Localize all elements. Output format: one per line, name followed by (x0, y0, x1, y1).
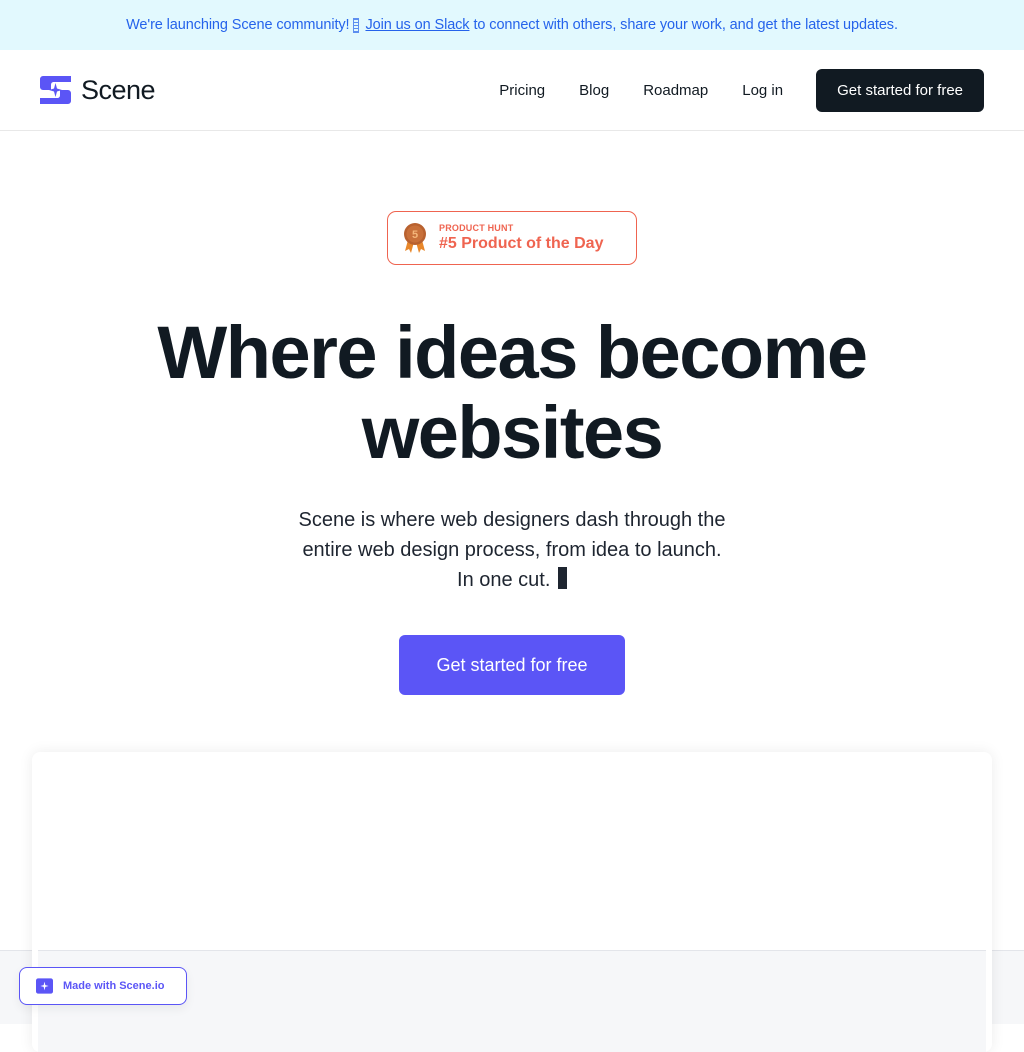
header-get-started-button[interactable]: Get started for free (816, 69, 984, 112)
made-with-scene-badge[interactable]: Made with Scene.io (19, 967, 187, 1005)
headline-line-2: websites (0, 393, 1024, 473)
clapper-icon (558, 567, 567, 589)
party-icon (353, 18, 359, 33)
logo[interactable]: Scene (40, 75, 155, 106)
announcement-bar: We're launching Scene community! Join us… (0, 0, 1024, 50)
badge-kicker: PRODUCT HUNT (439, 223, 603, 233)
announcement-text-after: to connect with others, share your work,… (473, 17, 897, 33)
product-preview-card (32, 752, 992, 1052)
join-slack-link[interactable]: Join us on Slack (365, 17, 469, 33)
medal-number: 5 (412, 229, 418, 241)
page-headline: Where ideas become websites (0, 313, 1024, 473)
medal-icon: 5 (403, 223, 427, 253)
badge-title: #5 Product of the Day (439, 235, 603, 253)
hero-subtitle: Scene is where web designers dash throug… (292, 505, 732, 595)
hero-get-started-button[interactable]: Get started for free (399, 635, 625, 695)
made-with-label: Made with Scene.io (63, 980, 164, 992)
main-nav: Pricing Blog Roadmap Log in Get started … (499, 69, 984, 112)
nav-blog[interactable]: Blog (579, 82, 609, 99)
site-header: Scene Pricing Blog Roadmap Log in Get st… (0, 50, 1024, 131)
headline-line-1: Where ideas become (0, 313, 1024, 393)
announcement-text: We're launching Scene community! (126, 17, 349, 33)
subtitle-text: Scene is where web designers dash throug… (299, 509, 726, 591)
nav-roadmap[interactable]: Roadmap (643, 82, 708, 99)
logo-text: Scene (81, 75, 155, 106)
hero-section: 5 PRODUCT HUNT #5 Product of the Day Whe… (0, 211, 1024, 695)
scene-logo-icon (36, 978, 53, 994)
nav-pricing[interactable]: Pricing (499, 82, 545, 99)
nav-login[interactable]: Log in (742, 82, 783, 99)
product-hunt-badge[interactable]: 5 PRODUCT HUNT #5 Product of the Day (387, 211, 637, 265)
scene-logo-icon (40, 76, 71, 104)
